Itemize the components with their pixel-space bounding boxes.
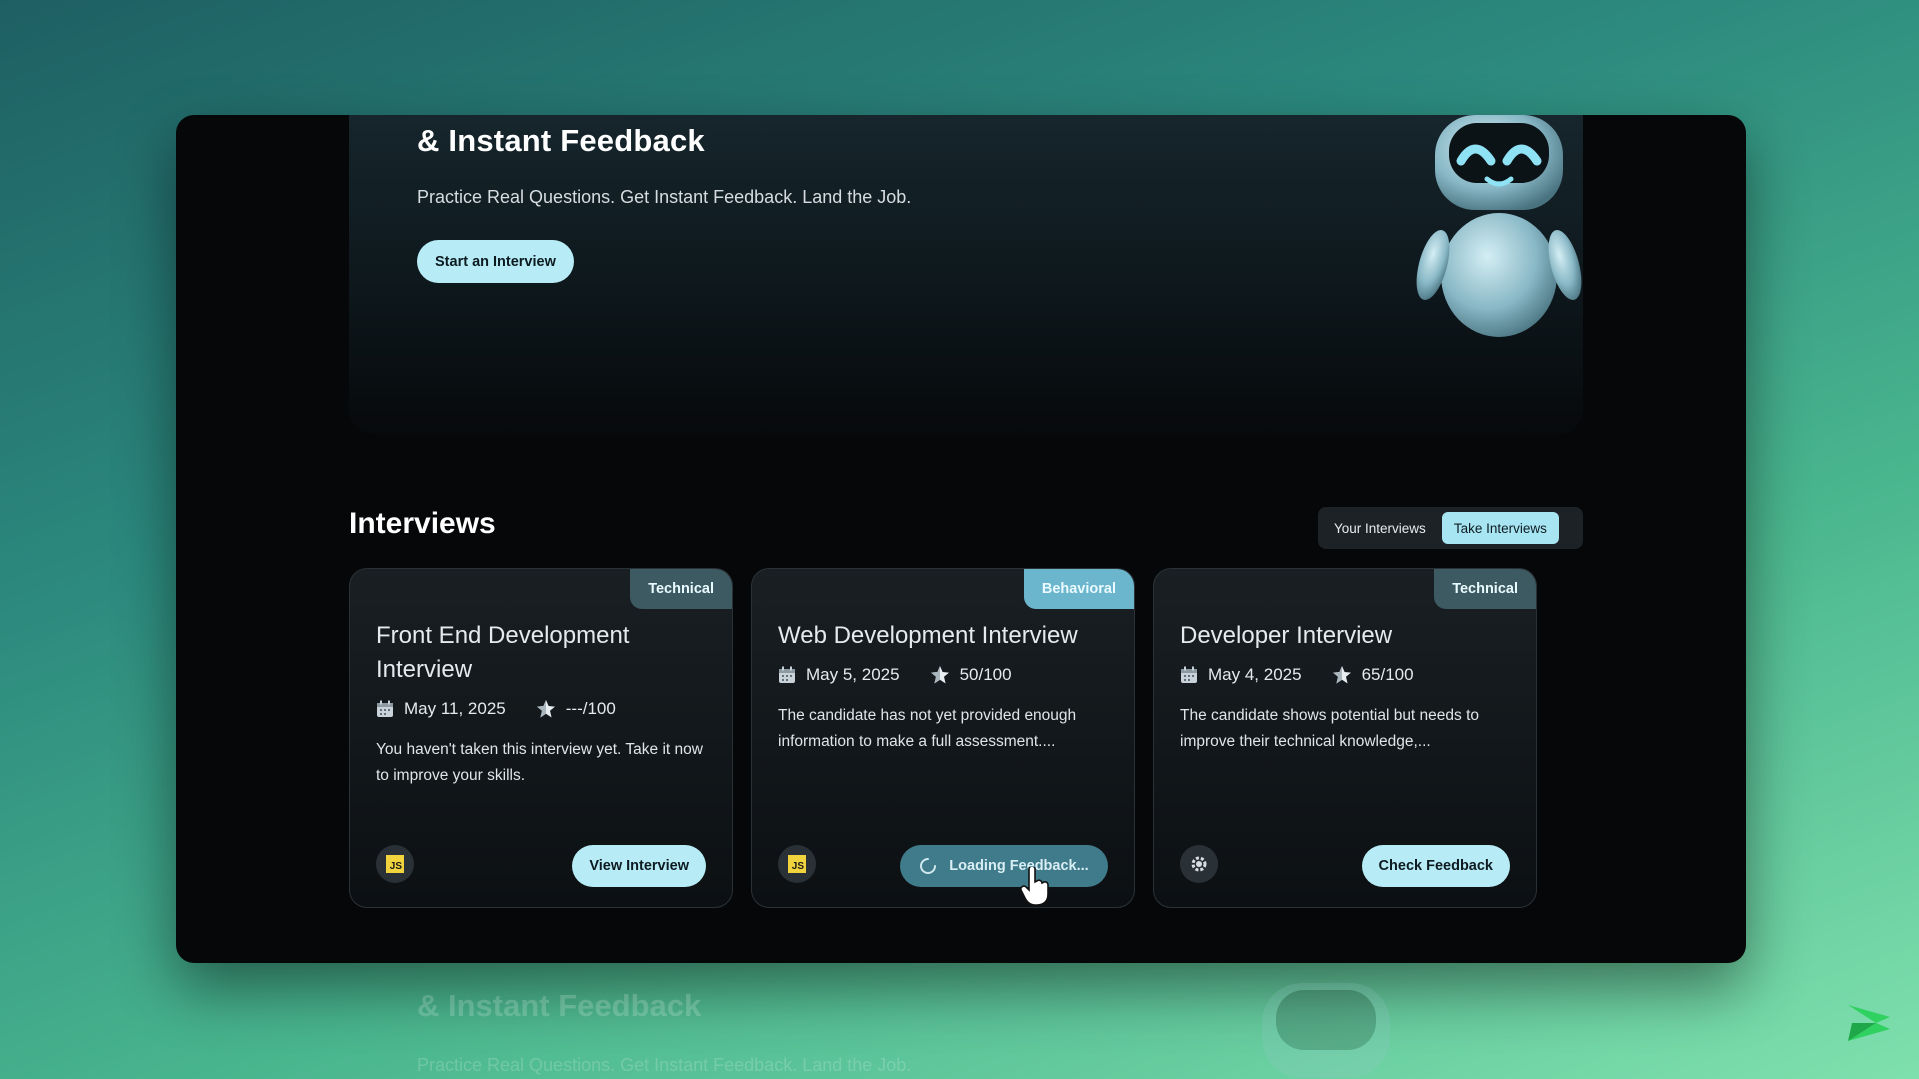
interviews-heading: Interviews (349, 507, 496, 540)
card-description: The candidate shows potential but needs … (1180, 707, 1480, 750)
card-title: Front End Development Interview (376, 622, 630, 683)
robot-mascot-icon (1416, 115, 1582, 337)
app-window: & Instant Feedback Practice Real Questio… (176, 115, 1746, 963)
javascript-icon: JS (778, 845, 816, 883)
star-icon (930, 665, 950, 685)
reflection-title: & Instant Feedback (417, 988, 702, 1023)
tab-your-interviews[interactable]: Your Interviews (1322, 512, 1438, 544)
start-interview-button[interactable]: Start an Interview (417, 240, 574, 283)
calendar-icon (778, 666, 796, 684)
loading-feedback-label: Loading Feedback... (949, 858, 1089, 874)
brand-logo-icon (1848, 1005, 1890, 1041)
type-badge: Behavioral (1023, 569, 1134, 609)
interview-card: Technical Developer Interview May 4, 202… (1153, 568, 1537, 908)
card-meta: May 11, 2025 ---/100 (376, 699, 616, 719)
spinner-icon (920, 858, 937, 874)
calendar-icon (376, 700, 394, 718)
star-icon (1332, 665, 1352, 685)
robot-reflection-icon (1262, 983, 1390, 1078)
interview-card: Behavioral Web Development Interview May… (751, 568, 1135, 908)
interview-score: 65/100 (1361, 665, 1414, 684)
card-meta: May 4, 2025 65/100 (1180, 665, 1414, 685)
interview-cards: Technical Front End Development Intervie… (349, 568, 1537, 908)
type-badge: Technical (1434, 569, 1536, 609)
type-badge: Technical (630, 569, 732, 609)
window-reflection: & Instant Feedback Practice Real Questio… (176, 978, 1746, 1079)
interview-score: 50/100 (959, 665, 1012, 684)
gear-icon (1180, 845, 1218, 883)
interview-date: May 4, 2025 (1208, 665, 1302, 684)
hero-subtitle: Practice Real Questions. Get Instant Fee… (417, 187, 912, 207)
interview-card: Technical Front End Development Intervie… (349, 568, 733, 908)
interview-date: May 5, 2025 (806, 665, 900, 684)
loading-feedback-button[interactable]: Loading Feedback... (900, 845, 1108, 887)
card-description: The candidate has not yet provided enoug… (778, 707, 1077, 750)
hero-title: & Instant Feedback (417, 123, 705, 158)
interview-tabs: Your Interviews Take Interviews (1318, 507, 1583, 549)
reflection-subtitle: Practice Real Questions. Get Instant Fee… (417, 1055, 912, 1075)
hand-cursor-icon (1020, 867, 1049, 906)
card-description: You haven't taken this interview yet. Ta… (376, 741, 703, 784)
check-feedback-button[interactable]: Check Feedback (1361, 845, 1510, 887)
interview-date: May 11, 2025 (404, 699, 506, 718)
tab-take-interviews[interactable]: Take Interviews (1441, 512, 1559, 544)
card-title: Developer Interview (1180, 622, 1393, 649)
star-icon (536, 699, 556, 719)
card-title: Web Development Interview (778, 622, 1078, 649)
javascript-icon: JS (376, 845, 414, 883)
card-meta: May 5, 2025 50/100 (778, 665, 1012, 685)
view-interview-button[interactable]: View Interview (572, 845, 706, 887)
calendar-icon (1180, 666, 1198, 684)
interview-score: ---/100 (565, 699, 616, 718)
hero-section: & Instant Feedback Practice Real Questio… (349, 115, 1583, 435)
